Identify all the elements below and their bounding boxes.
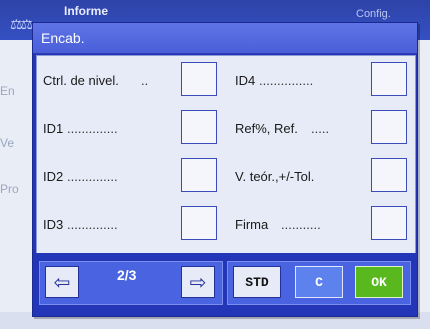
cancel-button[interactable]: C (295, 266, 343, 298)
checkbox-signature[interactable] (371, 206, 407, 240)
option-dots: .. (141, 73, 149, 88)
option-label-ref: Ref%, Ref. (235, 121, 298, 136)
option-label-id2: ID2 (43, 169, 64, 184)
std-button[interactable]: STD (233, 266, 281, 298)
option-dots: .............. (67, 121, 118, 136)
checkbox-level-control[interactable] (181, 62, 217, 96)
arrow-left-icon: ⇦ (53, 271, 71, 294)
option-dots: .............. (67, 169, 118, 184)
checkbox-id1[interactable] (181, 110, 217, 144)
option-dots: .............. (67, 217, 118, 232)
previous-page-button[interactable]: ⇦ (45, 266, 79, 298)
background-right-text: Config. (356, 8, 391, 20)
option-label-level-control: Ctrl. de nivel. (43, 73, 119, 88)
dialog-header: Encab. (33, 23, 417, 54)
checkbox-nominal-tolerance[interactable] (371, 158, 407, 192)
header-settings-dialog: Encab. Ctrl. de nivel. .. ID1 ..........… (32, 22, 418, 317)
option-label-nominal-tolerance: V. teór.,+/-Tol. (235, 169, 315, 184)
option-label-id3: ID3 (43, 217, 64, 232)
checkbox-ref[interactable] (371, 110, 407, 144)
checkbox-id2[interactable] (181, 158, 217, 192)
dialog-footer: ⇦ 2/3 ⇨ STD C OK (33, 253, 417, 316)
dialog-title: Encab. (41, 30, 85, 46)
option-label-id1: ID1 (43, 121, 64, 136)
option-label-signature: Firma (235, 217, 269, 232)
option-label-id4: ID4 (235, 73, 256, 88)
page-indicator: 2/3 (117, 267, 137, 283)
option-dots: ............... (259, 73, 314, 88)
option-dots: ........... (281, 217, 321, 232)
options-grid: Ctrl. de nivel. .. ID1 .............. ID… (36, 55, 416, 254)
background-title: Informe (64, 4, 109, 18)
option-dots: ..... (311, 121, 330, 136)
checkbox-id4[interactable] (371, 62, 407, 96)
ok-button[interactable]: OK (355, 266, 403, 298)
checkbox-id3[interactable] (181, 206, 217, 240)
next-page-button[interactable]: ⇨ (181, 266, 215, 298)
arrow-right-icon: ⇨ (189, 271, 207, 294)
